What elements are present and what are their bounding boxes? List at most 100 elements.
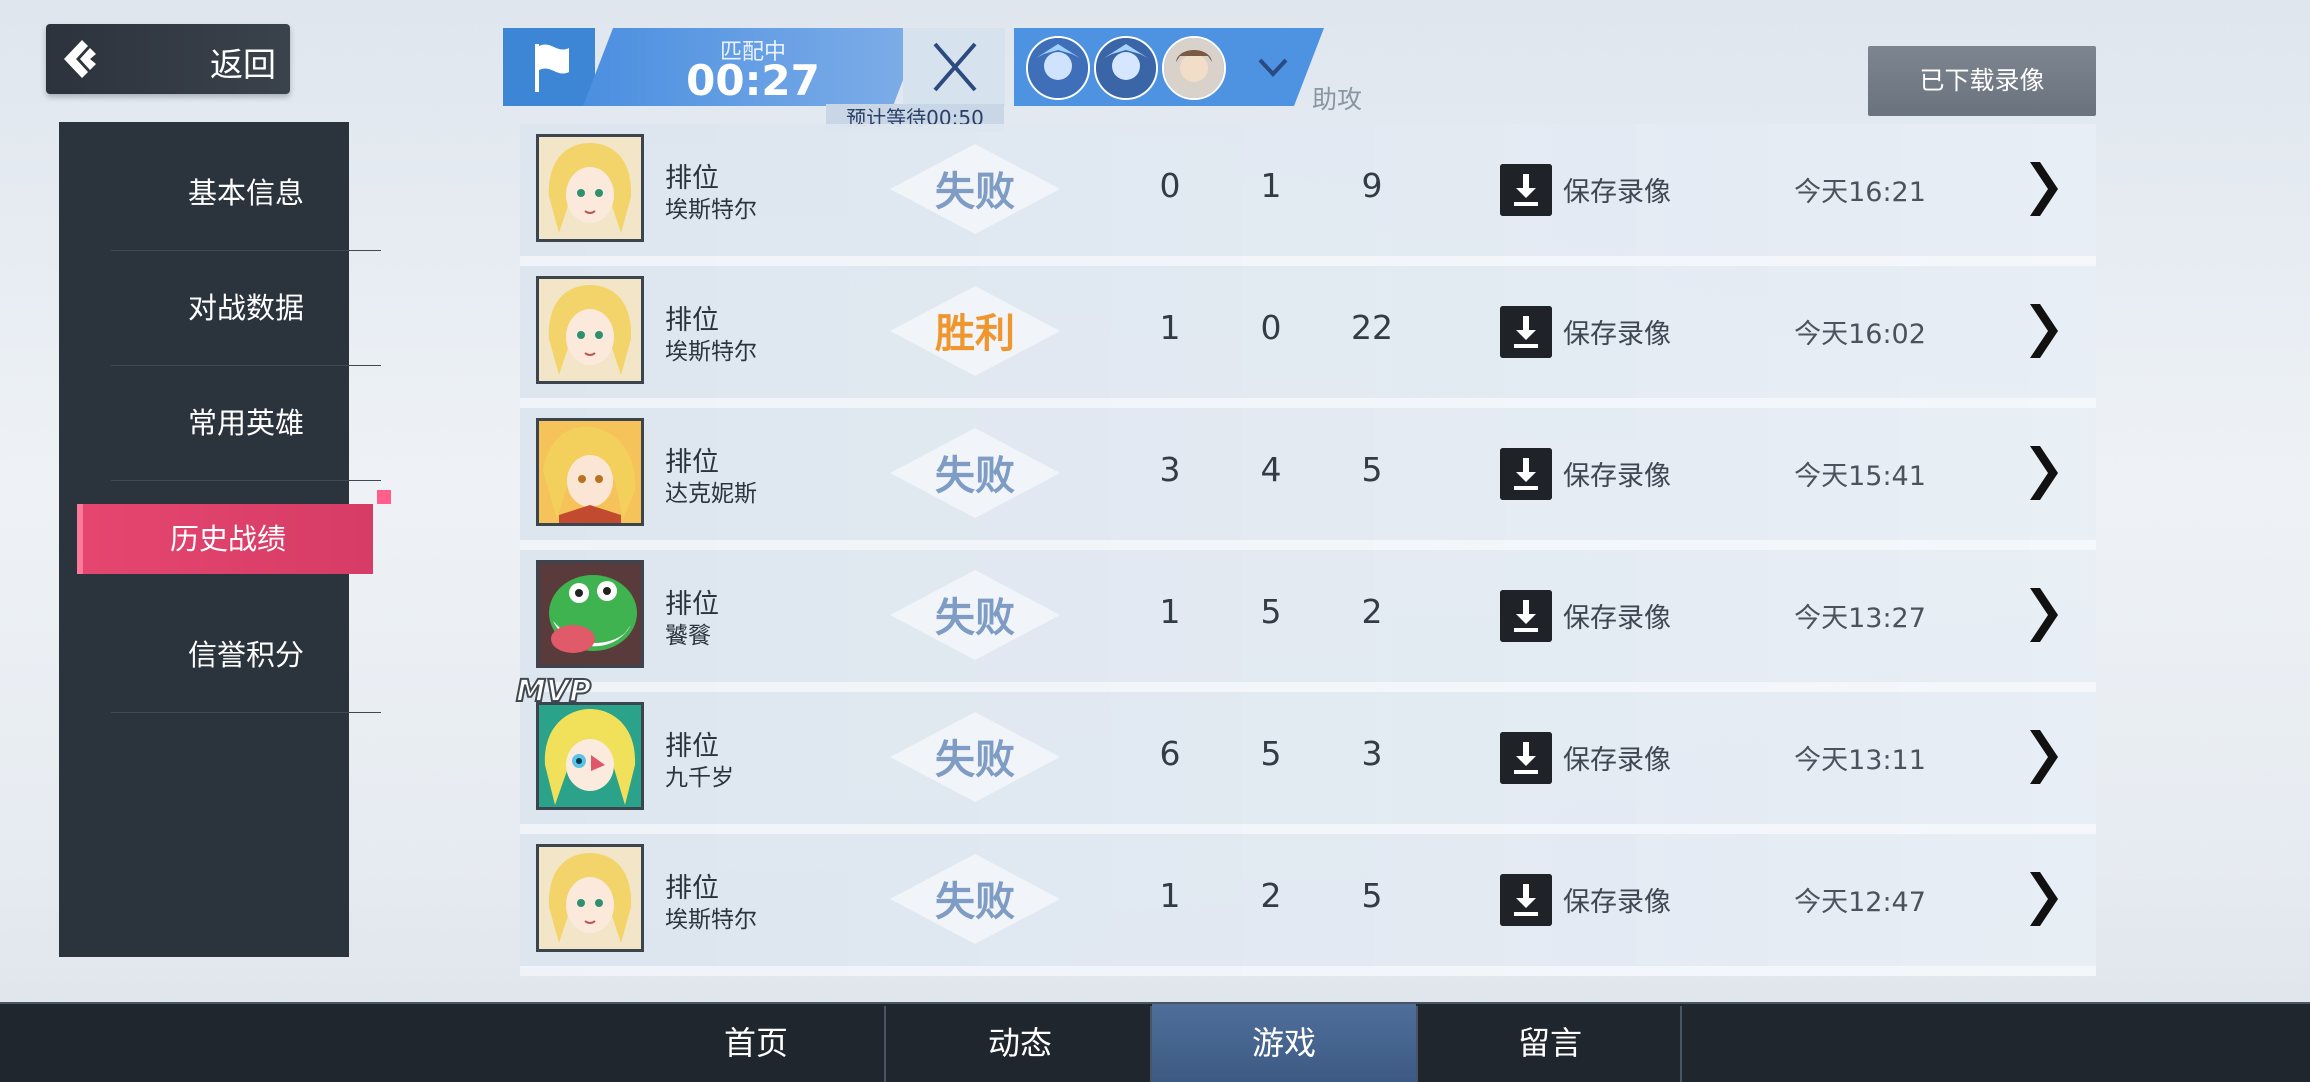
chevron-right-icon[interactable] xyxy=(2026,870,2060,928)
save-recording-button[interactable]: 保存录像 xyxy=(1563,738,1671,777)
match-result: 失败 xyxy=(935,879,1015,925)
download-icon[interactable] xyxy=(1500,874,1552,926)
hero-portrait xyxy=(536,418,644,526)
deaths-value: 1 xyxy=(1260,166,1282,205)
hero-name: 埃斯特尔 xyxy=(665,197,757,223)
tab-messages[interactable]: 留言 xyxy=(1418,1004,1682,1082)
match-time: 今天15:41 xyxy=(1794,461,1926,492)
download-icon[interactable] xyxy=(1500,732,1552,784)
divider xyxy=(1680,1006,1682,1082)
avatar-portrait-icon xyxy=(1164,38,1224,98)
sidebar: 基本信息 对战数据 常用英雄 历史战绩 信誉积分 xyxy=(59,122,391,957)
divider xyxy=(111,712,381,713)
chevron-right-icon[interactable] xyxy=(2026,728,2060,786)
hero-name: 达克妮斯 xyxy=(665,481,757,507)
tab-activity[interactable]: 动态 xyxy=(888,1004,1152,1082)
sidebar-item-credit-score[interactable]: 信誉积分 xyxy=(111,598,381,713)
hero-name: 饕餮 xyxy=(665,623,711,649)
match-row[interactable]: 排位 埃斯特尔 失败 1 2 5 保存录像 今天12:47 xyxy=(520,834,2096,976)
match-result: 失败 xyxy=(935,595,1015,641)
download-icon[interactable] xyxy=(1500,448,1552,500)
tab-home[interactable]: 首页 xyxy=(624,1004,888,1082)
kills-value: 1 xyxy=(1159,308,1181,347)
hero-name: 埃斯特尔 xyxy=(665,339,757,365)
kills-value: 3 xyxy=(1159,450,1181,489)
downloaded-recordings-button[interactable]: 已下载录像 xyxy=(1868,46,2096,116)
sidebar-item-basic-info[interactable]: 基本信息 xyxy=(111,136,381,251)
chevron-right-icon[interactable] xyxy=(2026,160,2060,218)
match-row[interactable]: 排位 埃斯特尔 胜利 1 0 22 保存录像 今天16:02 xyxy=(520,266,2096,408)
sidebar-item-battle-data[interactable]: 对战数据 xyxy=(111,251,381,366)
close-icon xyxy=(933,42,977,92)
chevron-right-icon[interactable] xyxy=(2026,302,2060,360)
match-row[interactable]: 排位 达克妮斯 失败 3 4 5 保存录像 今天15:41 xyxy=(520,408,2096,550)
save-recording-button[interactable]: 保存录像 xyxy=(1563,170,1671,209)
chevron-right-icon[interactable] xyxy=(2026,586,2060,644)
save-recording-button[interactable]: 保存录像 xyxy=(1563,880,1671,919)
hero-green-hair-icon xyxy=(539,705,641,807)
sidebar-item-label: 基本信息 xyxy=(187,176,304,210)
hero-name: 埃斯特尔 xyxy=(665,907,757,933)
sidebar-item-label: 历史战绩 xyxy=(169,522,286,556)
match-time: 今天13:27 xyxy=(1794,603,1926,634)
cancel-match-button[interactable] xyxy=(903,28,1005,106)
hero-portrait xyxy=(536,560,644,668)
save-recording-button[interactable]: 保存录像 xyxy=(1563,312,1671,351)
assists-value: 5 xyxy=(1361,450,1383,489)
save-recording-button[interactable]: 保存录像 xyxy=(1563,454,1671,493)
divider xyxy=(111,480,381,481)
chevron-down-icon[interactable] xyxy=(1248,42,1298,92)
download-icon[interactable] xyxy=(1500,590,1552,642)
assists-value: 3 xyxy=(1361,734,1383,773)
hero-darkness-icon xyxy=(539,421,641,523)
deaths-value: 5 xyxy=(1260,734,1282,773)
column-header-assists: 助攻 xyxy=(1312,85,1363,114)
match-elapsed: 00:27 xyxy=(686,56,820,105)
match-result: 胜利 xyxy=(935,311,1015,357)
sidebar-item-label: 常用英雄 xyxy=(187,406,304,440)
tab-game[interactable]: 游戏 xyxy=(1152,1004,1416,1082)
sidebar-item-label: 信誉积分 xyxy=(187,638,304,672)
match-result: 失败 xyxy=(935,737,1015,783)
assists-value: 5 xyxy=(1361,876,1383,915)
chevron-right-icon[interactable] xyxy=(2026,444,2060,502)
hero-blonde-icon xyxy=(539,279,641,381)
hero-blonde-icon xyxy=(539,137,641,239)
sidebar-item-common-heroes[interactable]: 常用英雄 xyxy=(111,366,381,481)
teammate-avatar[interactable] xyxy=(1094,36,1158,100)
assists-value: 22 xyxy=(1351,308,1393,347)
assists-value: 9 xyxy=(1361,166,1383,205)
deaths-value: 2 xyxy=(1260,876,1282,915)
hero-name: 九千岁 xyxy=(665,765,734,791)
team-panel[interactable] xyxy=(1014,28,1324,106)
flag-icon xyxy=(535,44,569,92)
match-row[interactable]: 排位 饕餮 失败 1 5 2 保存录像 今天13:27 xyxy=(520,550,2096,692)
match-result: 失败 xyxy=(935,453,1015,499)
download-icon[interactable] xyxy=(1500,306,1552,358)
match-row[interactable]: 排位 埃斯特尔 失败 0 1 9 保存录像 今天16:21 xyxy=(520,124,2096,266)
hero-blonde-icon xyxy=(539,847,641,949)
back-arrow-icon xyxy=(64,40,96,78)
kills-value: 6 xyxy=(1159,734,1181,773)
teammate-avatar[interactable] xyxy=(1026,36,1090,100)
avatar-portrait-icon xyxy=(1096,38,1156,98)
assists-value: 2 xyxy=(1361,592,1383,631)
flag-box xyxy=(503,28,595,106)
match-time: 今天16:02 xyxy=(1794,319,1926,350)
match-row[interactable]: MVP 排位 九千岁 失败 6 5 3 保存录像 今天13:11 xyxy=(515,673,2096,834)
teammate-avatar[interactable] xyxy=(1162,36,1226,100)
match-time: 今天12:47 xyxy=(1794,887,1926,918)
hero-portrait xyxy=(536,134,644,242)
back-button[interactable]: 返回 xyxy=(46,24,290,94)
sidebar-item-label: 对战数据 xyxy=(187,291,304,325)
match-time: 今天13:11 xyxy=(1794,745,1926,776)
sidebar-item-match-history[interactable]: 历史战绩 xyxy=(77,490,391,574)
active-marker xyxy=(377,490,391,504)
save-recording-button[interactable]: 保存录像 xyxy=(1563,596,1671,635)
hero-portrait xyxy=(536,844,644,952)
download-icon[interactable] xyxy=(1500,164,1552,216)
divider xyxy=(884,1006,886,1082)
kills-value: 0 xyxy=(1159,166,1181,205)
deaths-value: 0 xyxy=(1260,308,1282,347)
kills-value: 1 xyxy=(1159,592,1181,631)
